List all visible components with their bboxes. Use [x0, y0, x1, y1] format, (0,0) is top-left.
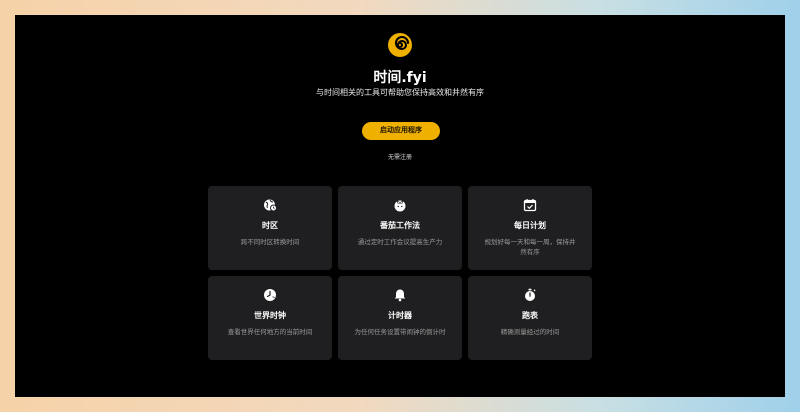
tomato-icon	[394, 200, 406, 212]
tool-card-world-clock[interactable]: 世界时钟 查看世界任何地方的当前时间	[208, 276, 332, 360]
tool-card-daily-planner[interactable]: 每日计划 规划好每一天和每一周，保持井然有序	[468, 186, 592, 270]
tool-card-timer[interactable]: 计时器 为任何任务设置带闹钟的倒计时	[338, 276, 462, 360]
calendar-icon	[523, 199, 537, 212]
stopwatch-icon	[525, 288, 536, 301]
no-signup-note: 无需注册	[387, 154, 412, 161]
bell-icon	[394, 289, 406, 302]
tool-card-timezones[interactable]: 时区 跨不同时区转换时间	[208, 186, 332, 270]
tool-card-title: 计时器	[388, 311, 412, 320]
tool-card-description: 跨不同时区转换时间	[240, 238, 300, 246]
tool-card-description: 查看世界任何地方的当前时间	[227, 328, 313, 336]
tool-card-pomodoro[interactable]: 番茄工作法 通过定时工作会议提高生产力	[338, 186, 462, 270]
launch-app-button[interactable]: 启动应用程序	[362, 122, 440, 140]
app-subtitle: 与时间相关的工具可帮助您保持高效和井然有序	[316, 88, 484, 97]
tool-card-title: 每日计划	[514, 221, 546, 230]
app-title: 时间.fyi	[373, 70, 427, 86]
tool-card-title: 世界时钟	[254, 311, 286, 320]
spiral-logo-icon	[388, 33, 412, 57]
app-window: 时间.fyi 与时间相关的工具可帮助您保持高效和井然有序 启动应用程序 无需注册…	[15, 15, 785, 397]
tool-card-description: 精确测量经过的时间	[500, 328, 560, 336]
tool-card-title: 跑表	[522, 311, 538, 320]
tool-card-title: 番茄工作法	[380, 221, 420, 230]
world-clock-icon	[264, 289, 276, 301]
tool-card-title: 时区	[262, 221, 278, 230]
tool-card-description: 通过定时工作会议提高生产力	[357, 238, 443, 246]
timezone-globe-icon	[264, 199, 277, 212]
tool-card-description: 规划好每一天和每一周，保持井然有序	[484, 238, 576, 256]
tools-grid: 时区 跨不同时区转换时间 番茄工作法 通过定时工作会议提高生产力 每日计划 规划…	[208, 186, 592, 360]
tool-card-stopwatch[interactable]: 跑表 精确测量经过的时间	[468, 276, 592, 360]
tool-card-description: 为任何任务设置带闹钟的倒计时	[354, 328, 446, 336]
